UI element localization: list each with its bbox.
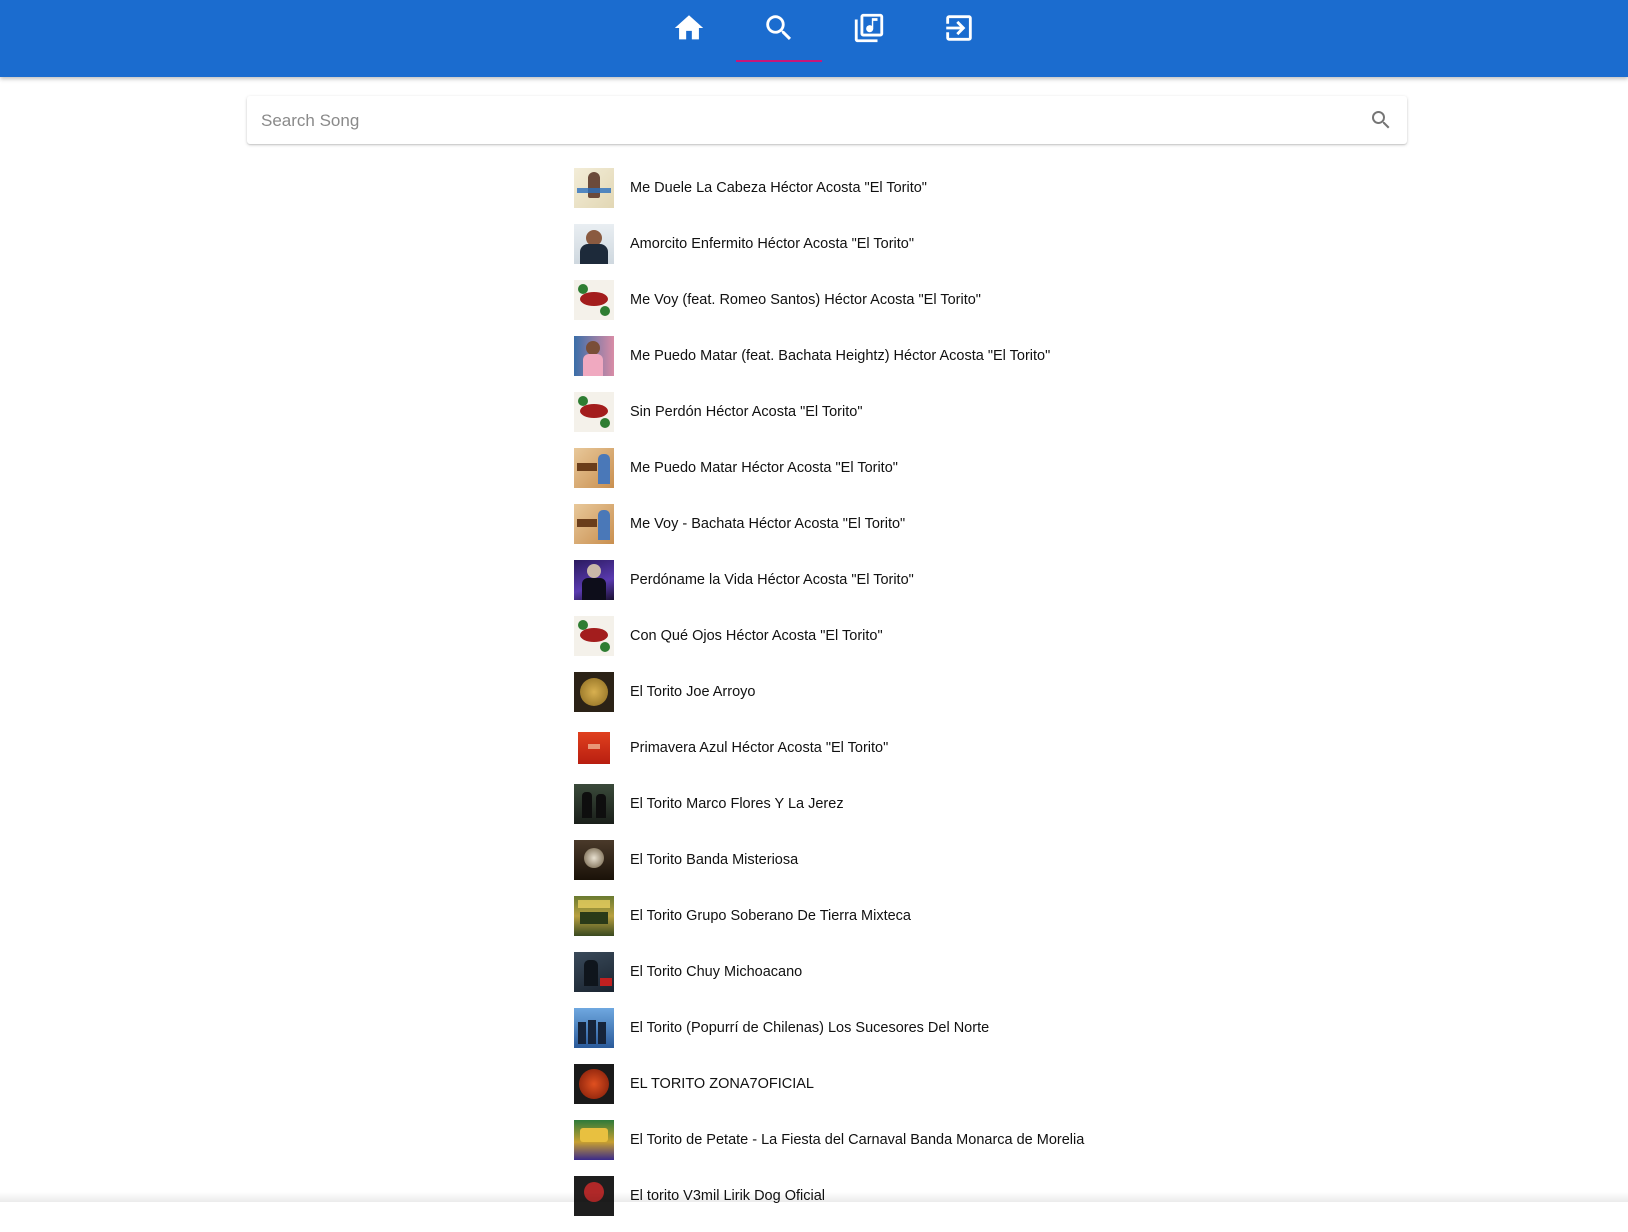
song-title: El Torito de Petate - La Fiesta del Carn… — [630, 1132, 1085, 1148]
album-art — [574, 448, 614, 488]
song-title: Me Puedo Matar (feat. Bachata Heightz) H… — [630, 348, 1051, 364]
song-item[interactable]: El Torito Grupo Soberano De Tierra Mixte… — [574, 896, 1174, 952]
album-art — [574, 1064, 614, 1104]
song-title: Me Voy - Bachata Héctor Acosta "El Torit… — [630, 516, 906, 532]
album-art — [574, 280, 614, 320]
tab-search[interactable] — [734, 0, 824, 62]
song-item[interactable]: Me Puedo Matar (feat. Bachata Heightz) H… — [574, 336, 1174, 392]
search-icon — [766, 15, 792, 41]
album-art — [574, 1008, 614, 1048]
album-art — [574, 616, 614, 656]
song-item[interactable]: El Torito Marco Flores Y La Jerez — [574, 784, 1174, 840]
song-title: El Torito Joe Arroyo — [630, 684, 756, 700]
album-art — [574, 560, 614, 600]
song-item[interactable]: Perdóname la Vida Héctor Acosta "El Tori… — [574, 560, 1174, 616]
album-art — [574, 168, 614, 208]
song-title: Con Qué Ojos Héctor Acosta "El Torito" — [630, 628, 883, 644]
song-item[interactable]: Me Puedo Matar Héctor Acosta "El Torito" — [574, 448, 1174, 504]
song-title: El Torito Banda Misteriosa — [630, 852, 799, 868]
song-title: EL TORITO ZONA7OFICIAL — [630, 1076, 814, 1092]
home-icon — [674, 15, 704, 40]
song-item[interactable]: EL TORITO ZONA7OFICIAL — [574, 1064, 1174, 1120]
album-art — [574, 952, 614, 992]
song-item[interactable]: Primavera Azul Héctor Acosta "El Torito" — [574, 728, 1174, 784]
search-icon — [1372, 111, 1390, 129]
album-art — [574, 504, 614, 544]
song-title: Primavera Azul Héctor Acosta "El Torito" — [630, 740, 889, 756]
song-item[interactable]: El Torito Joe Arroyo — [574, 672, 1174, 728]
tab-library[interactable] — [824, 0, 914, 62]
song-title: Me Puedo Matar Héctor Acosta "El Torito" — [630, 460, 898, 476]
album-art — [574, 1120, 614, 1160]
top-app-bar — [0, 0, 1628, 77]
search-button[interactable] — [1369, 108, 1393, 132]
album-art — [574, 840, 614, 880]
album-art — [574, 336, 614, 376]
album-art — [574, 224, 614, 264]
song-title: El Torito Marco Flores Y La Jerez — [630, 796, 844, 812]
album-art — [574, 392, 614, 432]
tab-home[interactable] — [644, 0, 734, 62]
song-title: Me Duele La Cabeza Héctor Acosta "El Tor… — [630, 180, 927, 196]
song-item[interactable]: Con Qué Ojos Héctor Acosta "El Torito" — [574, 616, 1174, 672]
song-title: Perdóname la Vida Héctor Acosta "El Tori… — [630, 572, 914, 588]
album-art — [574, 896, 614, 936]
song-title: El Torito Chuy Michoacano — [630, 964, 803, 980]
album-art — [574, 672, 614, 712]
song-title: Sin Perdón Héctor Acosta "El Torito" — [630, 404, 863, 420]
song-item[interactable]: El Torito Banda Misteriosa — [574, 840, 1174, 896]
search-input[interactable] — [259, 96, 1343, 146]
logout-icon — [946, 15, 972, 41]
main-nav — [20, 0, 1628, 77]
song-item[interactable]: Me Voy (feat. Romeo Santos) Héctor Acost… — [574, 280, 1174, 336]
viewport-edge-shadow — [0, 1192, 1628, 1202]
album-art — [574, 728, 614, 768]
song-item[interactable]: Me Duele La Cabeza Héctor Acosta "El Tor… — [574, 168, 1174, 224]
song-results-list: Me Duele La Cabeza Héctor Acosta "El Tor… — [574, 168, 1174, 1232]
song-item[interactable]: El Torito de Petate - La Fiesta del Carn… — [574, 1120, 1174, 1176]
song-item[interactable]: Amorcito Enfermito Héctor Acosta "El Tor… — [574, 224, 1174, 280]
song-item[interactable]: El Torito (Popurrí de Chilenas) Los Suce… — [574, 1008, 1174, 1064]
song-item[interactable]: El Torito Chuy Michoacano — [574, 952, 1174, 1008]
song-title: Amorcito Enfermito Héctor Acosta "El Tor… — [630, 236, 915, 252]
library-music-icon — [854, 13, 884, 43]
song-item[interactable]: Sin Perdón Héctor Acosta "El Torito" — [574, 392, 1174, 448]
song-title: Me Voy (feat. Romeo Santos) Héctor Acost… — [630, 292, 981, 308]
song-title: El Torito (Popurrí de Chilenas) Los Suce… — [630, 1020, 990, 1036]
tab-logout[interactable] — [914, 0, 1004, 62]
song-item[interactable]: El torito V3mil Lirik Dog Oficial — [574, 1176, 1174, 1232]
search-bar — [247, 96, 1407, 146]
song-item[interactable]: Me Voy - Bachata Héctor Acosta "El Torit… — [574, 504, 1174, 560]
album-art — [574, 784, 614, 824]
song-title: El Torito Grupo Soberano De Tierra Mixte… — [630, 908, 912, 924]
